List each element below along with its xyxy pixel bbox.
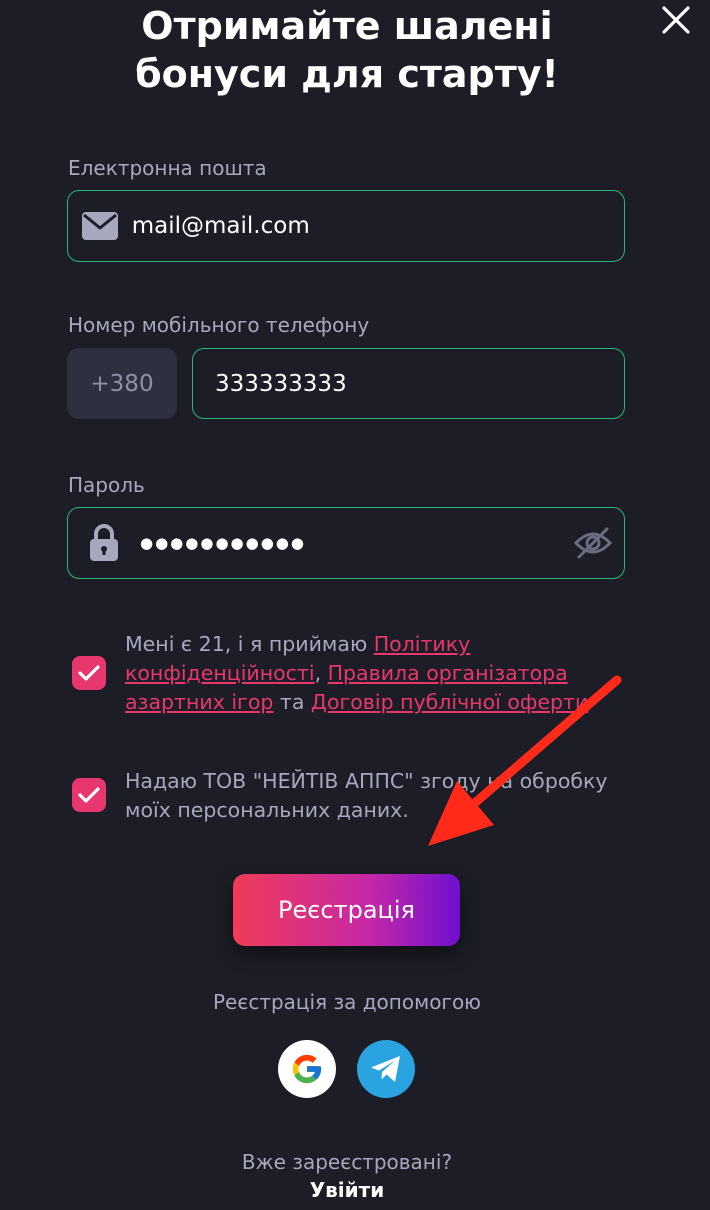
phone-field-wrapper bbox=[192, 348, 625, 419]
public-offer-link[interactable]: Договір публічної оферти bbox=[311, 690, 588, 714]
lock-icon bbox=[68, 524, 140, 562]
password-field-wrapper: ●●●●●●●●●●● bbox=[67, 507, 625, 579]
password-label: Пароль bbox=[68, 473, 145, 497]
title-line-1: Отримайте шалені bbox=[141, 4, 553, 48]
telegram-register-button[interactable] bbox=[357, 1040, 415, 1098]
modal-title: Отримайте шалені бонуси для старту! bbox=[0, 2, 694, 98]
data-consent-checkbox[interactable] bbox=[72, 778, 106, 812]
annotation-arrow bbox=[428, 675, 622, 846]
email-input[interactable] bbox=[131, 213, 624, 239]
checkmark-icon bbox=[78, 787, 100, 803]
eye-off-icon[interactable] bbox=[562, 526, 624, 560]
age-consent-text: Мені є 21, і я приймаю Політику конфіден… bbox=[125, 630, 595, 717]
age-consent-checkbox[interactable] bbox=[72, 656, 106, 690]
mail-icon bbox=[68, 211, 132, 241]
age-consent-prefix: Мені є 21, і я приймаю bbox=[125, 632, 374, 656]
password-input[interactable]: ●●●●●●●●●●● bbox=[140, 534, 562, 552]
phone-label: Номер мобільного телефону bbox=[68, 313, 370, 337]
telegram-icon bbox=[371, 1056, 400, 1082]
checkmark-icon bbox=[78, 665, 100, 681]
age-consent-sep2: та bbox=[273, 690, 311, 714]
data-consent-text: Надаю ТОВ "НЕЙТІВ АППС" згоду на обробку… bbox=[125, 769, 608, 822]
login-link[interactable]: Увійти bbox=[0, 1178, 694, 1202]
email-label: Електронна пошта bbox=[68, 156, 267, 180]
age-consent-sep1: , bbox=[314, 661, 328, 685]
phone-prefix: +380 bbox=[67, 348, 177, 419]
title-line-2: бонуси для старту! bbox=[135, 52, 559, 96]
register-button[interactable]: Реєстрація bbox=[233, 874, 460, 946]
email-field-wrapper bbox=[67, 190, 625, 262]
phone-input[interactable] bbox=[193, 370, 624, 397]
social-register-label: Реєстрація за допомогою bbox=[212, 990, 482, 1014]
already-registered-text: Вже зареєстровані? bbox=[241, 1150, 453, 1174]
google-icon bbox=[292, 1054, 322, 1084]
google-register-button[interactable] bbox=[278, 1040, 336, 1098]
